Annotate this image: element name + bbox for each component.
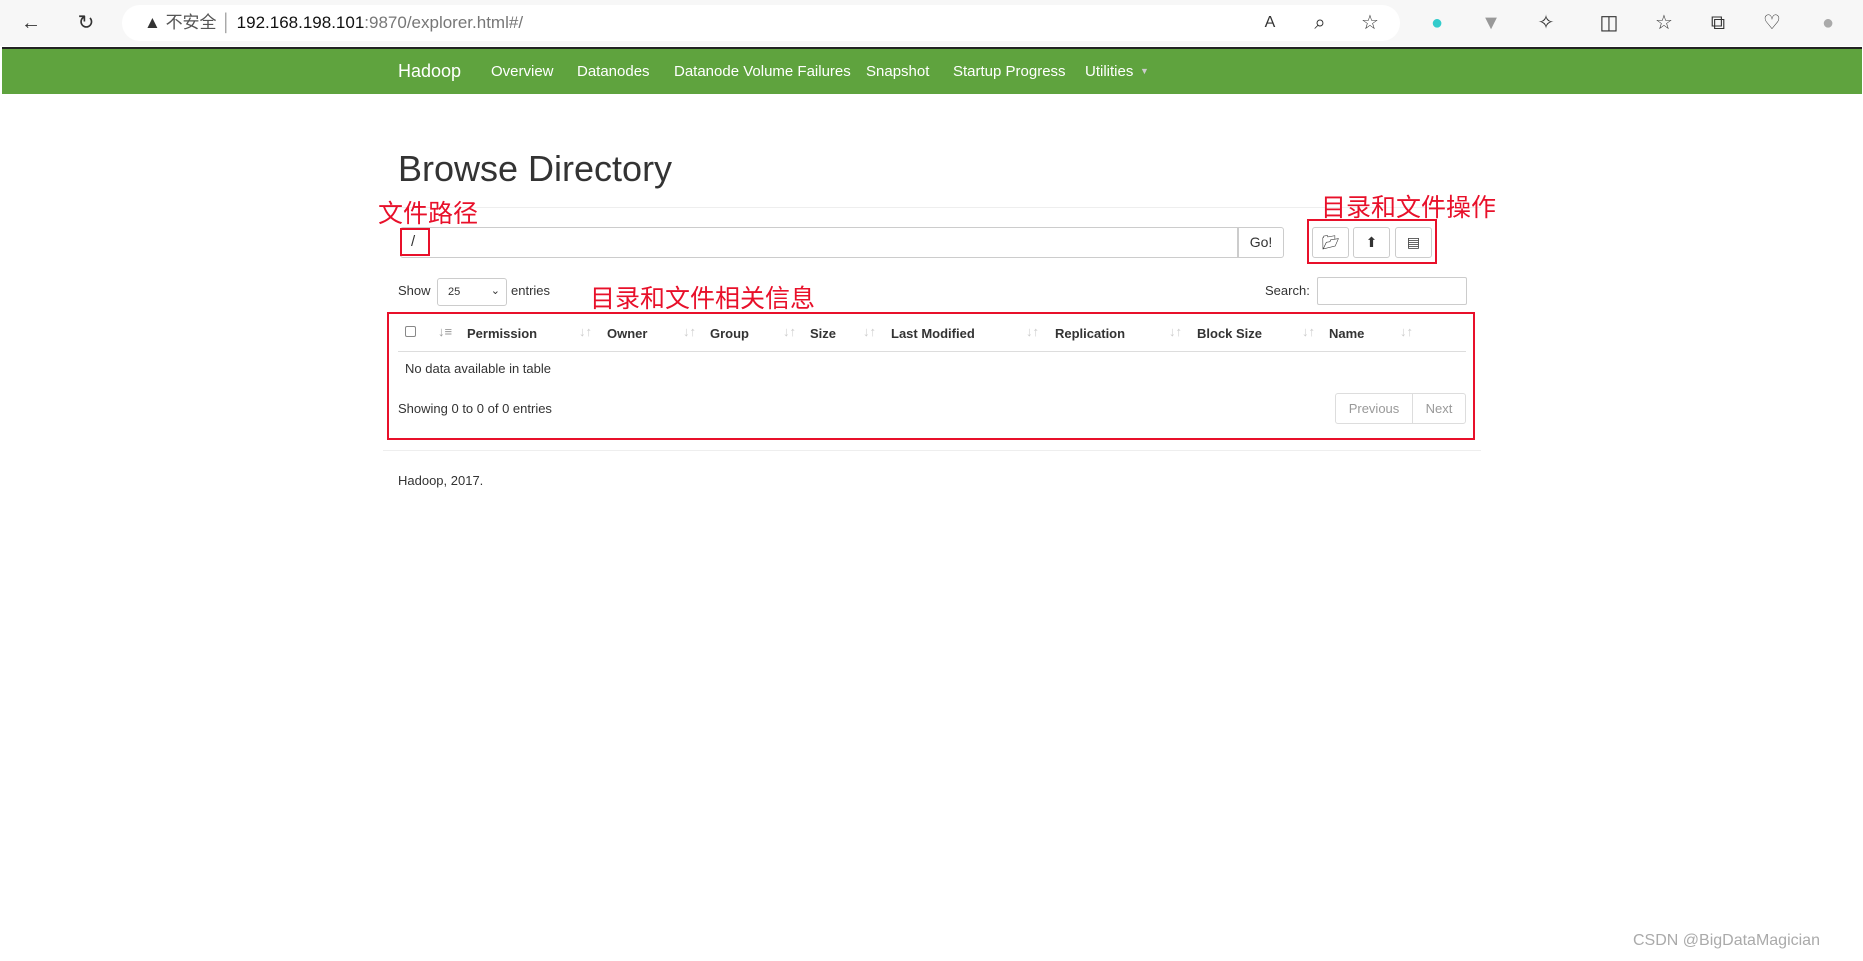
page-size-select[interactable]: 25 ⌄ [437, 278, 507, 306]
back-icon[interactable]: ← [18, 10, 44, 36]
page-size-value: 25 [448, 286, 461, 298]
search-label: Search: [1265, 283, 1310, 298]
vue-extension-icon[interactable]: ▼ [1478, 10, 1504, 36]
warning-icon: ▲ [144, 13, 161, 32]
collections-icon[interactable]: ⧉ [1705, 10, 1731, 36]
read-aloud-icon[interactable]: A [1257, 10, 1283, 36]
health-icon[interactable]: ♡ [1759, 10, 1785, 36]
zoom-icon[interactable]: ⌕ [1307, 10, 1333, 36]
extensions-icon[interactable]: ✧ [1533, 10, 1559, 36]
page-title: Browse Directory [398, 148, 673, 189]
favorite-icon[interactable]: ☆ [1357, 10, 1383, 36]
entries-label: entries [511, 283, 551, 298]
divider [383, 450, 1481, 451]
url-host: 192.168.198.101 [236, 13, 365, 32]
address-bar[interactable]: ▲ 不安全 │ 192.168.198.101:9870/explorer.ht… [122, 5, 1400, 41]
nav-startup-progress[interactable]: Startup Progress [953, 63, 1066, 80]
nav-brand[interactable]: Hadoop [398, 61, 461, 82]
security-label: 不安全 [165, 13, 217, 32]
chevron-down-icon: ⌄ [490, 285, 500, 297]
caret-down-icon: ▼ [1140, 66, 1149, 76]
browser-toolbar: ← ↻ ▲ 不安全 │ 192.168.198.101:9870/explore… [0, 0, 1863, 46]
nav-volume-failures[interactable]: Datanode Volume Failures [674, 63, 851, 80]
nav-utilities[interactable]: Utilities [1085, 63, 1133, 80]
go-button[interactable]: Go! [1238, 227, 1284, 258]
show-label: Show [398, 283, 431, 298]
watermark: CSDN @BigDataMagician [1633, 932, 1820, 949]
footer-text: Hadoop, 2017. [398, 473, 484, 488]
nav-overview[interactable]: Overview [491, 63, 554, 80]
nav-datanodes[interactable]: Datanodes [577, 63, 650, 80]
path-input[interactable]: / [400, 227, 1238, 258]
annotation-path: 文件路径 [378, 200, 479, 228]
search-input[interactable] [1317, 277, 1467, 305]
extension-icon[interactable]: ● [1424, 10, 1450, 36]
annotation-info: 目录和文件相关信息 [590, 285, 816, 313]
annotation-box-ops [1307, 219, 1437, 264]
annotation-box-table [387, 312, 1475, 440]
split-screen-icon[interactable]: ◫ [1596, 10, 1622, 36]
favorites-icon[interactable]: ☆ [1651, 10, 1677, 36]
reload-icon[interactable]: ↻ [73, 10, 99, 36]
navbar: Hadoop Overview Datanodes Datanode Volum… [2, 47, 1862, 94]
url-path: :9870/explorer.html#/ [364, 13, 524, 32]
annotation-box-path [400, 228, 430, 256]
nav-snapshot[interactable]: Snapshot [866, 63, 929, 80]
profile-avatar[interactable]: ● [1815, 10, 1841, 36]
divider [383, 207, 1481, 208]
